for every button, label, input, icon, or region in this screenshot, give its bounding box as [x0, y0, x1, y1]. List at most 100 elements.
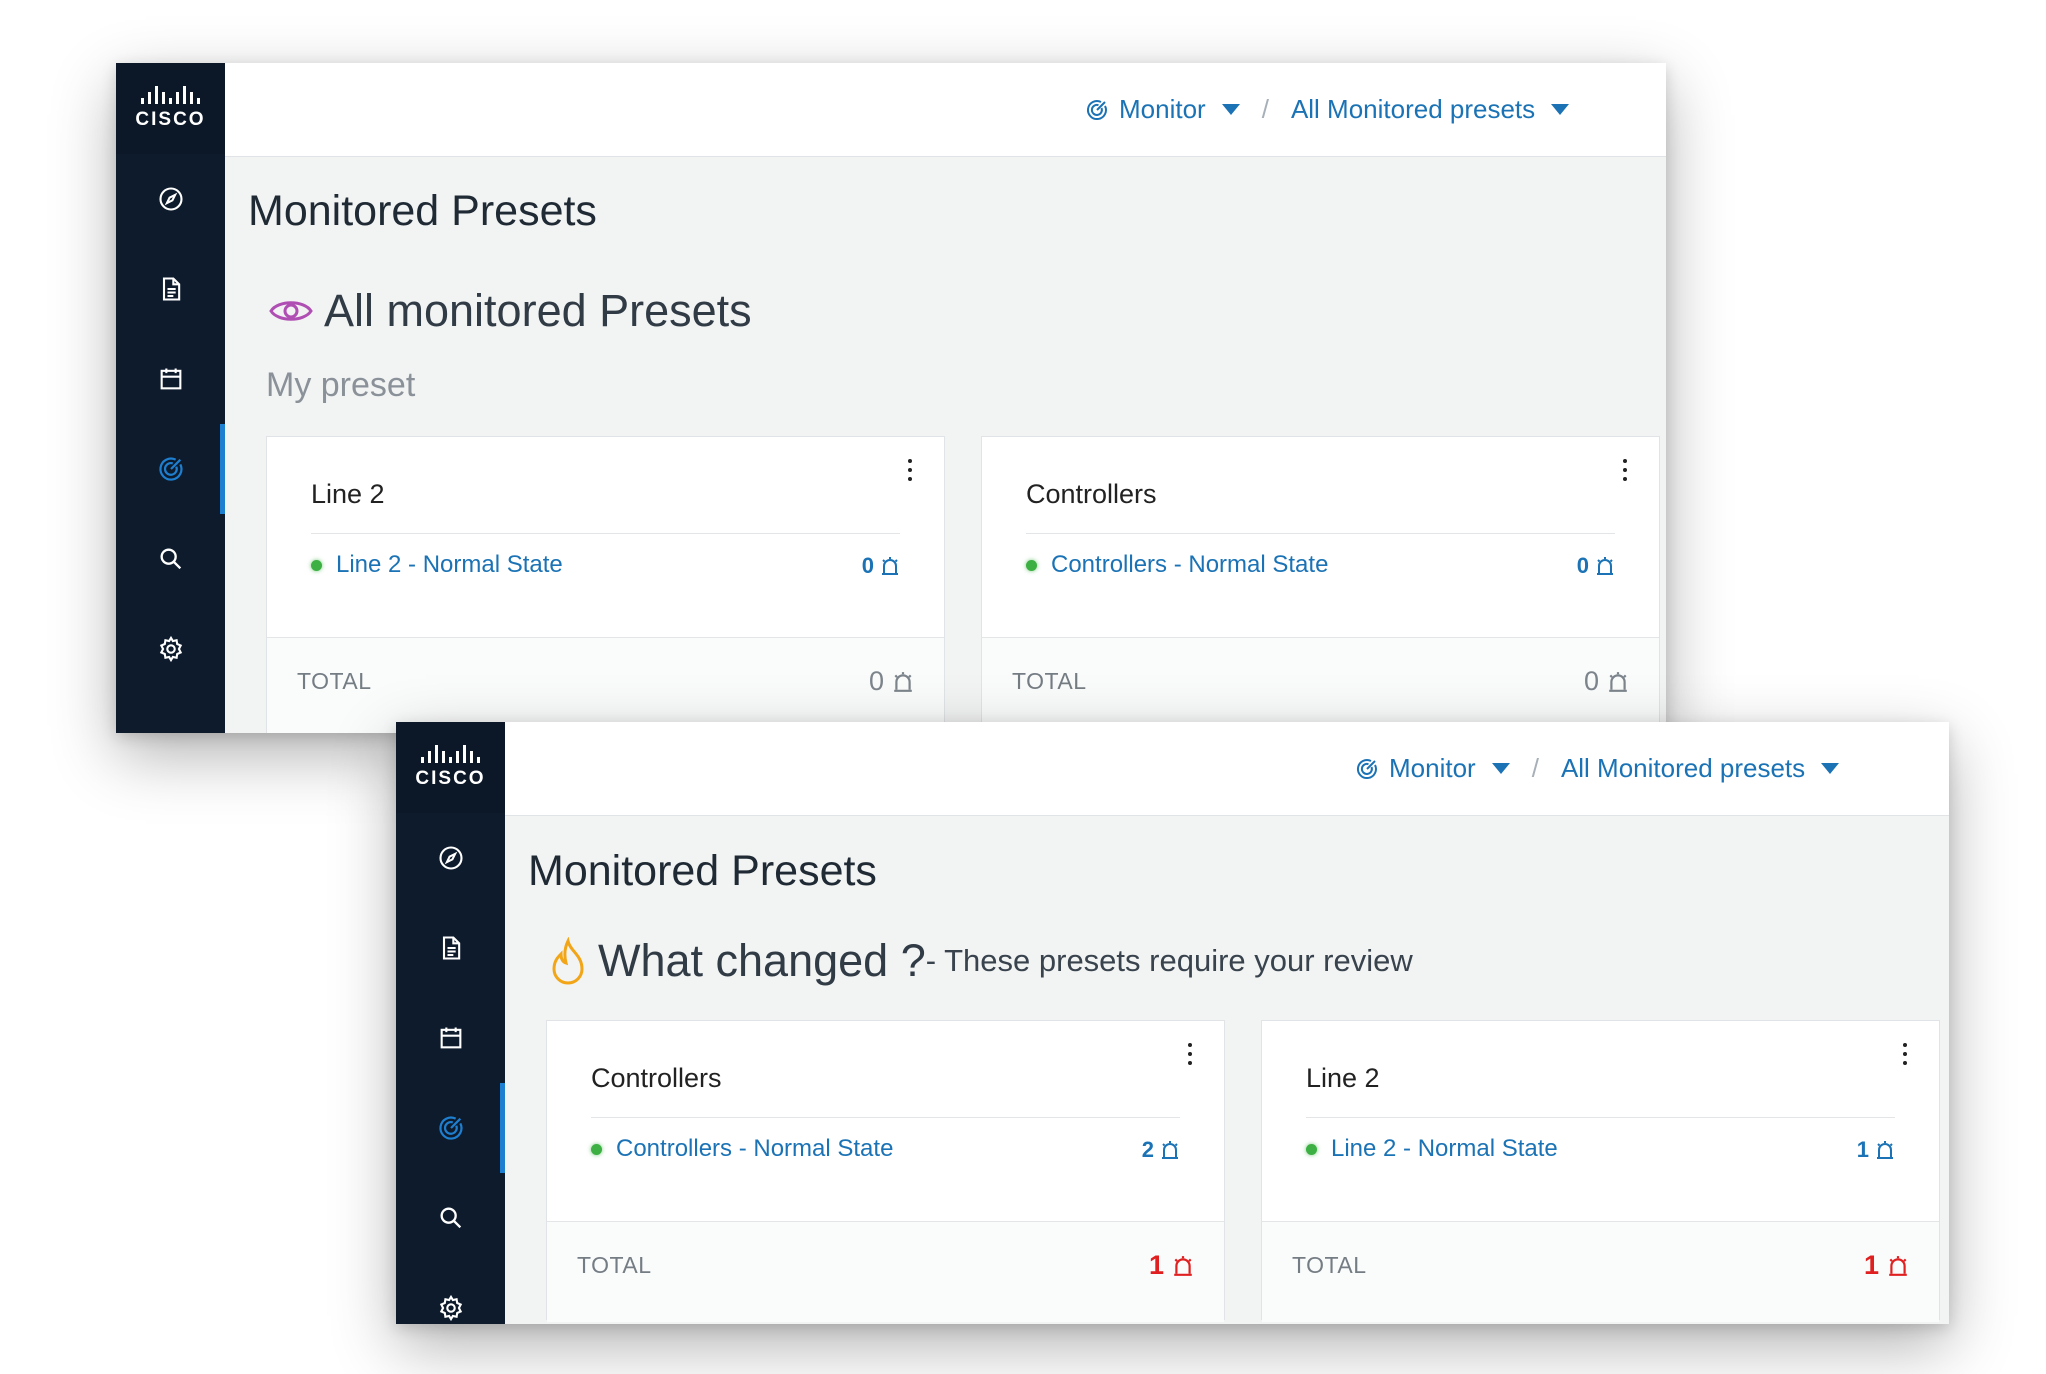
eye-icon	[269, 301, 313, 321]
state-alarm-count: 1	[1857, 1137, 1895, 1163]
card-title: Controllers	[591, 1063, 722, 1093]
window-what-changed: CISCO Monitor / All Monitored presets Mo…	[396, 722, 1949, 1324]
divider	[1306, 1117, 1895, 1118]
state-link[interactable]: Controllers - Normal State	[1026, 551, 1328, 579]
breadcrumb: Monitor / All Monitored presets	[1355, 722, 1840, 815]
chevron-down-icon[interactable]	[1221, 104, 1240, 115]
monitor-target-icon	[1087, 99, 1107, 120]
state-alarm-count: 2	[1142, 1137, 1180, 1163]
total-count: 1	[1864, 1250, 1909, 1281]
status-dot-icon	[311, 559, 322, 571]
count-value: 0	[861, 553, 874, 578]
breadcrumb-monitor[interactable]: Monitor	[1119, 94, 1206, 125]
kebab-menu-icon[interactable]	[1621, 459, 1629, 481]
breadcrumb-separator: /	[1531, 753, 1539, 783]
card-footer: TOTAL 0	[267, 637, 944, 733]
top-bar: Monitor / All Monitored presets	[225, 63, 1666, 157]
breadcrumb-separator: /	[1261, 94, 1269, 124]
alarm-icon	[1174, 1255, 1192, 1276]
cisco-logo[interactable]: CISCO	[396, 722, 505, 813]
card-footer: TOTAL 0	[982, 637, 1659, 733]
alarm-icon	[894, 671, 912, 692]
card-footer: TOTAL 1	[1262, 1221, 1939, 1322]
brand-word: CISCO	[415, 768, 486, 789]
state-label: Controllers - Normal State	[1051, 551, 1329, 578]
nav-reports[interactable]	[116, 244, 225, 334]
section-heading: All monitored Presets	[268, 285, 752, 337]
state-label: Line 2 - Normal State	[1331, 1135, 1558, 1162]
nav-settings[interactable]	[396, 1263, 505, 1324]
alarm-icon	[1877, 1141, 1893, 1159]
divider	[591, 1117, 1180, 1118]
gear-icon	[159, 635, 182, 663]
cisco-logo[interactable]: CISCO	[116, 63, 225, 154]
compass-icon	[438, 846, 463, 870]
gear-icon	[439, 1294, 462, 1322]
preset-card[interactable]: Controllers Controllers - Normal State 2…	[546, 1020, 1225, 1322]
document-icon	[162, 277, 180, 301]
breadcrumb-monitor[interactable]: Monitor	[1389, 753, 1476, 784]
nav-search[interactable]	[396, 1173, 505, 1263]
calendar-icon	[160, 368, 181, 390]
page-title: Monitored Presets	[528, 847, 877, 895]
state-link[interactable]: Line 2 - Normal State	[311, 551, 563, 579]
nav-monitor[interactable]	[396, 1083, 505, 1173]
state-link[interactable]: Controllers - Normal State	[591, 1135, 893, 1163]
status-dot-icon	[1026, 559, 1037, 571]
kebab-menu-icon[interactable]	[906, 459, 914, 481]
preset-card[interactable]: Line 2 Line 2 - Normal State 1 TOTAL 1	[1261, 1020, 1940, 1322]
brand-word: CISCO	[135, 109, 206, 130]
breadcrumb-presets[interactable]: All Monitored presets	[1561, 753, 1805, 784]
total-value: 1	[1863, 1250, 1879, 1280]
section-title: All monitored Presets	[324, 285, 752, 336]
preset-group-label: My preset	[266, 366, 416, 404]
section-title: What changed ?	[598, 935, 926, 986]
state-label: Controllers - Normal State	[616, 1135, 894, 1162]
alarm-icon	[1609, 671, 1627, 692]
chevron-down-icon[interactable]	[1821, 763, 1840, 774]
search-icon	[440, 1207, 461, 1229]
nav-calendar[interactable]	[116, 334, 225, 424]
nav-explore[interactable]	[116, 154, 225, 244]
count-value: 2	[1141, 1137, 1154, 1162]
chevron-down-icon[interactable]	[1551, 104, 1570, 115]
count-value: 0	[1576, 553, 1589, 578]
nav-reports[interactable]	[396, 903, 505, 993]
total-label: TOTAL	[1012, 668, 1087, 694]
compass-icon	[158, 187, 183, 211]
monitor-target-icon	[438, 1116, 463, 1140]
status-dot-icon	[1306, 1143, 1317, 1155]
breadcrumb-presets[interactable]: All Monitored presets	[1291, 94, 1535, 125]
total-count: 0	[1584, 666, 1629, 697]
card-title: Line 2	[311, 479, 385, 509]
nav-search[interactable]	[116, 514, 225, 604]
monitor-target-icon	[1357, 758, 1377, 779]
monitor-target-icon	[158, 457, 183, 481]
total-value: 1	[1148, 1250, 1164, 1280]
kebab-menu-icon[interactable]	[1186, 1043, 1194, 1065]
section-heading: What changed ? - These presets require y…	[548, 935, 1413, 987]
kebab-menu-icon[interactable]	[1901, 1043, 1909, 1065]
status-dot-icon	[591, 1143, 602, 1155]
count-value: 1	[1856, 1137, 1869, 1162]
page-title: Monitored Presets	[248, 187, 597, 235]
divider	[1026, 533, 1615, 534]
breadcrumb: Monitor / All Monitored presets	[1085, 63, 1570, 156]
sidebar: CISCO	[116, 63, 225, 733]
chevron-down-icon[interactable]	[1491, 763, 1510, 774]
nav-settings[interactable]	[116, 604, 225, 694]
total-count: 0	[869, 666, 914, 697]
preset-card[interactable]: Line 2 Line 2 - Normal State 0 TOTAL 0	[266, 436, 945, 733]
state-alarm-count: 0	[862, 553, 900, 579]
state-link[interactable]: Line 2 - Normal State	[1306, 1135, 1558, 1163]
total-label: TOTAL	[577, 1252, 652, 1278]
nav-explore[interactable]	[396, 813, 505, 903]
state-label: Line 2 - Normal State	[336, 551, 563, 578]
preset-card[interactable]: Controllers Controllers - Normal State 0…	[981, 436, 1660, 733]
calendar-icon	[440, 1027, 461, 1049]
flame-icon	[552, 937, 584, 985]
nav-monitor[interactable]	[116, 424, 225, 514]
nav-calendar[interactable]	[396, 993, 505, 1083]
section-note: - These presets require your review	[925, 943, 1413, 978]
total-count: 1	[1149, 1250, 1194, 1281]
